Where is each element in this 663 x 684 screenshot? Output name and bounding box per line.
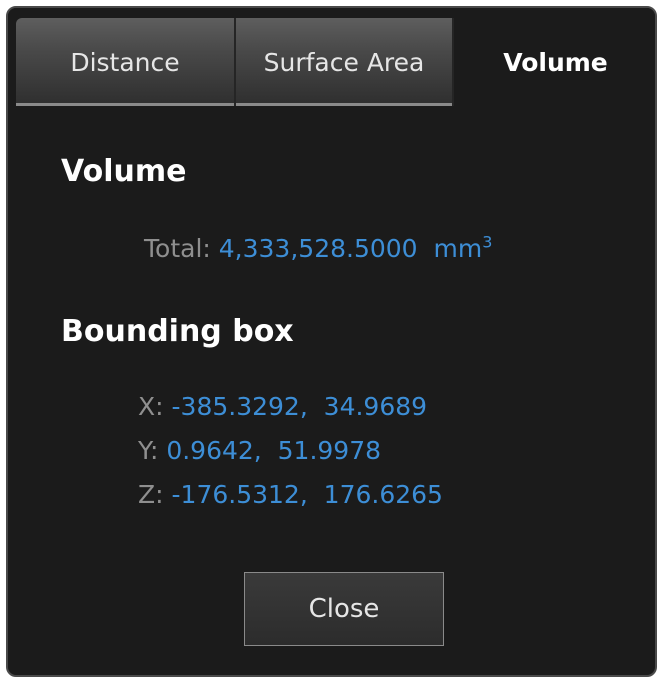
tab-surface-area[interactable]: Surface Area — [236, 18, 454, 106]
volume-unit: mm3 — [426, 232, 493, 263]
bbox-x-row: X: -385.3292, 34.9689 — [138, 392, 427, 421]
bbox-y-row: Y: 0.9642, 51.9978 — [138, 436, 381, 465]
tab-bar: Distance Surface Area Volume — [8, 8, 655, 106]
total-label: Total: — [144, 234, 211, 263]
y-value: 0.9642, 51.9978 — [166, 436, 382, 465]
x-value: -385.3292, 34.9689 — [171, 392, 428, 421]
tab-distance[interactable]: Distance — [16, 18, 236, 106]
z-value: -176.5312, 176.6265 — [171, 480, 443, 509]
total-volume-row: Total: 4,333,528.5000 mm3 — [144, 234, 492, 263]
volume-dialog: Distance Surface Area Volume Volume Tota… — [6, 6, 657, 677]
unit-exponent: 3 — [482, 232, 493, 252]
y-label: Y: — [138, 436, 159, 465]
x-label: X: — [138, 392, 164, 421]
bbox-z-row: Z: -176.5312, 176.6265 — [138, 480, 443, 509]
tab-volume[interactable]: Volume — [454, 18, 655, 106]
unit-text: mm — [433, 234, 483, 263]
total-value: 4,333,528.5000 — [218, 234, 418, 263]
volume-section-title: Volume — [61, 154, 187, 189]
bounding-box-section-title: Bounding box — [61, 314, 294, 349]
close-button[interactable]: Close — [244, 572, 444, 646]
z-label: Z: — [138, 480, 164, 509]
